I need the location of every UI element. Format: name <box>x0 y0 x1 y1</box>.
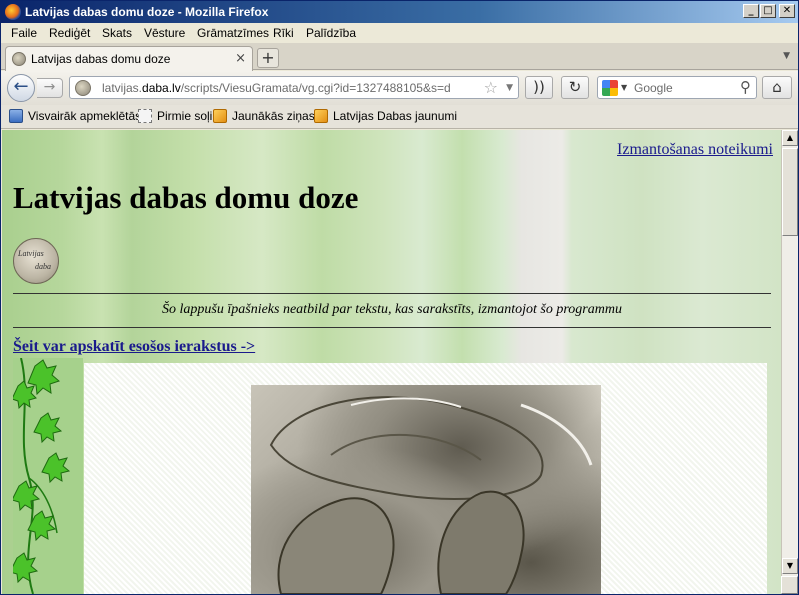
url-domain: daba.lv <box>142 81 181 95</box>
page-content: Izmantošanas noteikumi Latvijas dabas do… <box>2 130 781 594</box>
tab-list-chevron-icon[interactable]: ▼ <box>783 51 790 61</box>
url-prefix: latvijas. <box>102 81 143 95</box>
url-path: /scripts/ViesuGramata/vg.cgi?id=13274881… <box>180 81 451 95</box>
scroll-down-icon[interactable]: ▼ <box>782 558 798 574</box>
bookmark-latvijas-dabas-jaunumi[interactable]: Latvijas Dabas jaunumi <box>314 109 457 123</box>
home-icon: ⌂ <box>772 78 782 96</box>
scroll-up-icon[interactable]: ▲ <box>782 130 798 146</box>
rss-icon <box>314 109 328 123</box>
browser-window: Latvijas dabas domu doze - Mozilla Firef… <box>0 0 799 595</box>
search-input[interactable]: Google <box>634 81 673 95</box>
scrollbar-thumb[interactable] <box>782 148 798 236</box>
site-identity-icon[interactable] <box>75 80 91 96</box>
ivy-vine-decoration <box>9 357 83 594</box>
title-bar: Latvijas dabas domu doze - Mozilla Firef… <box>1 1 798 23</box>
menu-help[interactable]: Palīdzība <box>306 26 356 40</box>
bookmarks-toolbar: Visvairāk apmeklētās Pirmie soļi Jaunākā… <box>1 105 798 129</box>
logo-text-latvijas: Latvijas <box>18 249 44 258</box>
bookmark-most-visited[interactable]: Visvairāk apmeklētās <box>9 109 141 123</box>
nature-photo <box>251 385 601 594</box>
tab-strip: Latvijas dabas domu doze × + ▼ <box>1 43 798 71</box>
home-button[interactable]: ⌂ <box>762 76 792 99</box>
tab-label: Latvijas dabas domu doze <box>31 52 171 66</box>
maximize-button[interactable]: □ <box>760 4 776 18</box>
back-button[interactable]: ← <box>7 74 35 102</box>
search-engine-dropdown-icon[interactable]: ▼ <box>621 83 627 92</box>
page-title: Latvijas dabas domu doze <box>13 180 359 215</box>
address-bar[interactable]: latvijas.daba.lv/scripts/ViesuGramata/vg… <box>69 76 519 99</box>
divider-bottom <box>13 327 771 328</box>
ivy-vine-icon <box>9 357 71 594</box>
photo-sketch <box>269 396 593 594</box>
window-title: Latvijas dabas domu doze - Mozilla Firef… <box>25 5 269 19</box>
most-visited-icon <box>9 109 23 123</box>
bookmark-latest-news[interactable]: Jaunākās ziņas <box>213 109 315 123</box>
terms-of-use-link[interactable]: Izmantošanas noteikumi <box>617 141 773 159</box>
bookmark-label: Visvairāk apmeklētās <box>28 109 142 123</box>
tab-current[interactable]: Latvijas dabas domu doze × <box>5 46 253 71</box>
bookmark-star-icon[interactable]: ☆ <box>484 78 498 97</box>
close-button[interactable]: ✕ <box>779 4 795 18</box>
new-tab-button[interactable]: + <box>257 48 279 68</box>
disclaimer-text: Šo lappušu īpašnieks neatbild par tekstu… <box>162 302 622 317</box>
menu-edit[interactable]: Rediģēt <box>49 26 90 40</box>
google-engine-icon[interactable] <box>602 80 618 96</box>
menu-tools[interactable]: Rīki <box>273 26 294 40</box>
navigation-toolbar: ← → latvijas.daba.lv/scripts/ViesuGramat… <box>1 71 798 105</box>
search-magnifier-icon[interactable]: ⚲ <box>740 78 751 96</box>
menu-file[interactable]: Faile <box>11 26 37 40</box>
scrollbar-corner <box>781 576 798 594</box>
menu-history[interactable]: Vēsture <box>144 26 185 40</box>
blank-page-icon <box>138 109 152 123</box>
forward-button[interactable]: → <box>37 78 63 98</box>
url-text[interactable]: latvijas.daba.lv/scripts/ViesuGramata/vg… <box>102 81 451 95</box>
rss-icon <box>213 109 227 123</box>
reload-icon: ↻ <box>568 78 582 96</box>
view-entries-link[interactable]: Šeit var apskatīt esošos ierakstus -> <box>13 338 255 356</box>
reload-button[interactable]: ↻ <box>561 76 589 99</box>
latvijas-daba-logo[interactable]: Latvijas daba <box>13 238 59 284</box>
forward-arrow-icon: → <box>43 79 56 95</box>
bookmark-label: Jaunākās ziņas <box>232 109 315 123</box>
guestbook-panel <box>84 363 767 594</box>
rss-icon: )) <box>533 78 545 96</box>
menu-bar: Faile Rediģēt Skats Vēsture Grāmatzīmes … <box>1 23 798 43</box>
site-favicon-icon <box>12 52 26 66</box>
bookmark-getting-started[interactable]: Pirmie soļi <box>138 109 212 123</box>
vertical-scrollbar[interactable]: ▲ ▼ <box>781 130 798 576</box>
bookmark-label: Latvijas Dabas jaunumi <box>333 109 458 123</box>
menu-view[interactable]: Skats <box>102 26 132 40</box>
bookmark-label: Pirmie soļi <box>157 109 213 123</box>
minimize-button[interactable]: _ <box>743 4 759 18</box>
logo-text-daba: daba <box>35 262 51 271</box>
tab-close-icon[interactable]: × <box>235 51 246 66</box>
divider-top <box>13 293 771 294</box>
back-arrow-icon: ← <box>13 76 29 97</box>
rss-feed-button[interactable]: )) <box>525 76 553 99</box>
menu-bookmarks[interactable]: Grāmatzīmes <box>197 26 269 40</box>
url-history-dropdown-icon[interactable]: ▼ <box>506 83 513 93</box>
firefox-icon <box>5 4 21 20</box>
search-bar[interactable]: ▼ Google ⚲ <box>597 76 757 99</box>
